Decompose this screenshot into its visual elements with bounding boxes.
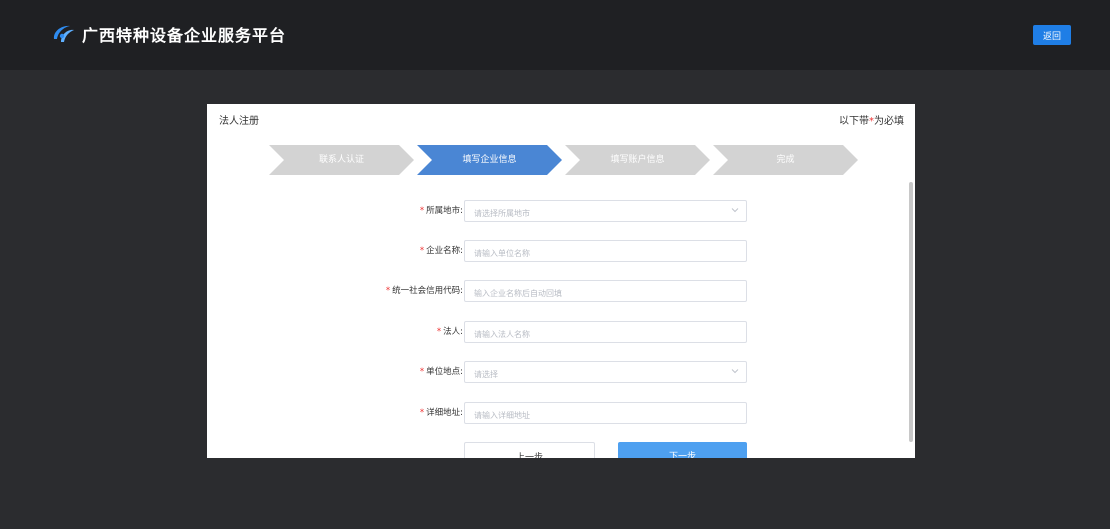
row-legal-person: * 法人: [207,321,915,345]
credit-code-input[interactable] [465,283,724,304]
logo-icon [53,25,74,42]
company-name-field[interactable] [464,240,747,264]
required-note: 以下带*为必填 [839,116,904,127]
step-contact-verify: 联系人认证 [269,145,414,175]
address-field[interactable] [464,402,747,426]
registration-panel: 法人注册 以下带*为必填 联系人认证 填写企业信息 填写账户信息 完成 * 所属地… [207,104,915,458]
address-input[interactable] [465,405,724,426]
app-title: 广西特种设备企业服务平台 [82,26,287,45]
company-name-label: * 企业名称: [419,246,463,256]
row-credit-code: * 统一社会信用代码: [207,280,915,304]
legal-person-input[interactable] [465,324,724,345]
credit-code-label: * 统一社会信用代码: [385,286,463,296]
city-select-input[interactable] [465,203,724,224]
prev-step-button[interactable]: 上一步 [464,442,595,458]
step-complete: 完成 [713,145,858,175]
row-location: * 单位地点: [207,361,915,385]
step-company-info: 填写企业信息 [417,145,562,175]
brand: 广西特种设备企业服务平台 [50,22,286,46]
chevron-down-icon [731,369,739,374]
address-label: * 详细地址: [419,408,463,418]
location-label: * 单位地点: [419,367,463,377]
legal-person-field[interactable] [464,321,747,345]
progress-steps: 联系人认证 填写企业信息 填写账户信息 完成 [269,145,859,175]
legal-person-label: * 法人: [436,327,463,337]
row-company-name: * 企业名称: [207,240,915,264]
city-label: * 所属地市: [419,206,463,216]
panel-title: 法人注册 [219,116,259,127]
location-select[interactable] [464,361,747,385]
row-address: * 详细地址: [207,402,915,426]
credit-code-field[interactable] [464,280,747,304]
chevron-down-icon [731,208,739,213]
scrollbar[interactable] [909,182,913,442]
company-name-input[interactable] [465,243,724,264]
location-select-input[interactable] [465,364,724,385]
top-bar: 广西特种设备企业服务平台 返回 [0,0,1110,70]
city-select[interactable] [464,200,747,224]
step-account-info: 填写账户信息 [565,145,710,175]
back-button[interactable]: 返回 [1033,25,1071,45]
row-city: * 所属地市: [207,200,915,224]
next-step-button[interactable]: 下一步 [618,442,747,458]
